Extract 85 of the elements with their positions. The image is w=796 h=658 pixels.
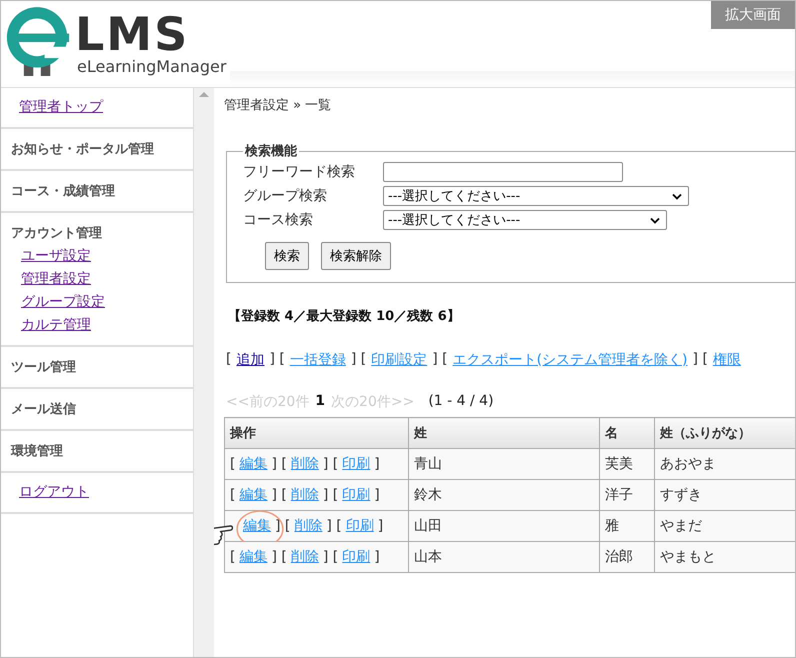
scrollbar[interactable] — [194, 88, 214, 657]
table-cell: 山本 — [408, 542, 600, 572]
bracket-text: [ — [230, 549, 236, 565]
row-action-link[interactable]: 削除 — [294, 518, 322, 534]
sidebar-heading: メール送信 — [11, 401, 76, 419]
bracket-text: ] — [374, 549, 380, 565]
search-button[interactable]: 検索 — [265, 242, 309, 270]
column-header: 姓（ふりがな） — [654, 418, 795, 448]
record-range: (1 - 4 / 4) — [428, 393, 494, 411]
row-action-link[interactable]: 編集 — [239, 487, 268, 503]
field-label: コース検索 — [243, 211, 313, 229]
sidebar-heading: コース・成績管理 — [11, 183, 115, 201]
row-action-link[interactable]: 印刷 — [342, 456, 370, 472]
sidebar-link[interactable]: ユーザ設定 — [13, 245, 99, 268]
action-link[interactable]: 権限 — [712, 351, 741, 369]
dropdown[interactable]: ---選択してください--- — [383, 186, 689, 206]
bracket-text: [ — [226, 351, 232, 369]
page-number: 1 — [315, 393, 326, 411]
sidebar-link[interactable]: カルテ管理 — [13, 314, 99, 337]
action-link[interactable]: 印刷設定 — [371, 351, 428, 369]
sidebar-link[interactable]: ログアウト — [11, 481, 97, 504]
table-cell: 洋子 — [600, 480, 654, 510]
search-button[interactable]: 検索解除 — [321, 242, 391, 270]
sidebar-link[interactable]: 管理者設定 — [13, 268, 99, 291]
scroll-up-icon[interactable] — [199, 92, 209, 97]
row-action-link[interactable]: 編集 — [243, 518, 271, 534]
bracket-text: ] [ — [271, 487, 287, 503]
sidebar-link[interactable]: 管理者トップ — [11, 96, 111, 119]
table-cell: 青山 — [408, 448, 600, 480]
row-action-link[interactable]: 印刷 — [342, 487, 370, 503]
table-cell: すずき — [654, 480, 795, 510]
action-link[interactable]: 一括登録 — [290, 351, 346, 369]
logo-text: LMS — [75, 11, 190, 57]
breadcrumb: 管理者設定 » 一覧 — [224, 97, 332, 114]
bracket-text: ] — [374, 456, 380, 472]
bracket-text: ] [ — [275, 518, 290, 534]
bracket-text: ] [ — [692, 351, 708, 369]
table-cell: 鈴木 — [408, 480, 600, 510]
row-action-link[interactable]: 削除 — [290, 456, 319, 472]
search-panel-title: 検索機能 — [244, 142, 298, 160]
bracket-text: ] — [378, 518, 384, 534]
row-action-link[interactable]: 削除 — [290, 549, 319, 565]
sidebar-heading: 環境管理 — [11, 442, 63, 461]
column-header: 操作 — [224, 418, 408, 448]
action-link[interactable]: エクスポート(システム管理者を除く) — [452, 351, 688, 369]
table-cell: 治郎 — [600, 542, 654, 572]
bracket-text: ] [ — [271, 549, 287, 565]
bracket-text: ] [ — [322, 456, 338, 472]
field-label: グループ検索 — [243, 187, 327, 205]
bracket-text: ] [ — [269, 351, 285, 369]
bracket-text: ] [ — [322, 487, 338, 503]
table-cell: やまだ — [654, 510, 795, 542]
bracket-text: ] [ — [271, 456, 287, 472]
field-label: フリーワード検索 — [243, 163, 355, 181]
sidebar-link[interactable]: グループ設定 — [13, 291, 113, 314]
sidebar-heading: お知らせ・ポータル管理 — [11, 141, 154, 159]
table-cell: 山田 — [408, 510, 600, 542]
sidebar-heading: ツール管理 — [11, 359, 76, 377]
input-field[interactable] — [383, 162, 623, 182]
registration-summary: 【登録数 4／最大登録数 10／残数 6】 — [228, 308, 461, 325]
zoom-label: 拡大画面 — [711, 1, 795, 29]
bracket-text: [ — [230, 456, 236, 472]
table-cell: 雅 — [600, 510, 654, 542]
row-action-link[interactable]: 印刷 — [342, 549, 370, 565]
row-action-link[interactable]: 編集 — [239, 456, 268, 472]
column-header: 名 — [600, 418, 654, 448]
bracket-text: [ — [230, 487, 236, 503]
table-cell: あおやま — [654, 448, 795, 480]
sidebar-heading: アカウント管理 — [11, 225, 102, 243]
table-cell: 芙美 — [600, 448, 654, 480]
row-action-link[interactable]: 印刷 — [346, 518, 374, 534]
chevron-down-icon — [672, 192, 682, 200]
table-cell: やまもと — [654, 542, 795, 572]
row-action-link[interactable]: 削除 — [290, 487, 319, 503]
bracket-text: ] [ — [322, 549, 338, 565]
bracket-text: ] [ — [432, 351, 448, 369]
action-link[interactable]: 追加 — [236, 351, 264, 369]
row-action-link[interactable]: 編集 — [239, 549, 268, 565]
bracket-text: ] [ — [350, 351, 366, 369]
bracket-text: ] — [374, 487, 380, 503]
logo-subtitle: eLearningManager — [77, 57, 226, 76]
bracket-text: ] [ — [326, 518, 342, 534]
column-header: 姓 — [408, 418, 600, 448]
chevron-down-icon — [650, 216, 660, 224]
dropdown[interactable]: ---選択してください--- — [383, 210, 667, 230]
